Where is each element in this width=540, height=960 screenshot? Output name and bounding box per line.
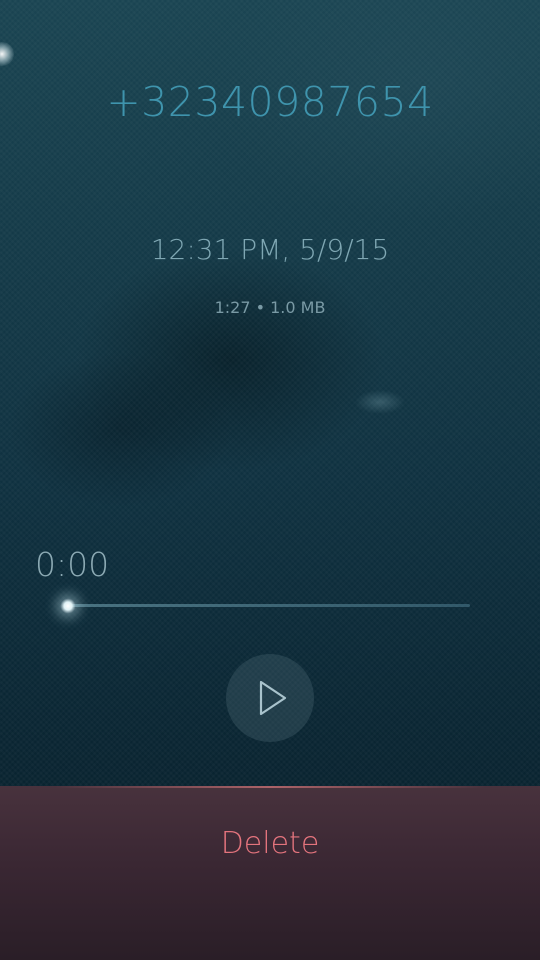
elapsed-time: 0:00 bbox=[35, 545, 110, 584]
play-button[interactable] bbox=[226, 654, 314, 742]
slider-handle[interactable] bbox=[60, 598, 76, 614]
pulley-indicator bbox=[0, 42, 14, 66]
voice-recording-screen: +32340987654 12:31 PM, 5/9/15 1:27 • 1.0… bbox=[0, 0, 540, 960]
recording-date-time: 12:31 PM, 5/9/15 bbox=[150, 233, 390, 266]
recording-details: 1:27 • 1.0 MB bbox=[214, 298, 326, 317]
delete-label: Delete bbox=[220, 826, 320, 861]
play-icon bbox=[259, 680, 287, 716]
phone-number: +32340987654 bbox=[106, 78, 434, 126]
playback-slider[interactable] bbox=[60, 596, 470, 616]
slider-track bbox=[68, 604, 470, 607]
background-highlight bbox=[355, 390, 405, 414]
delete-button[interactable]: Delete bbox=[0, 786, 540, 960]
